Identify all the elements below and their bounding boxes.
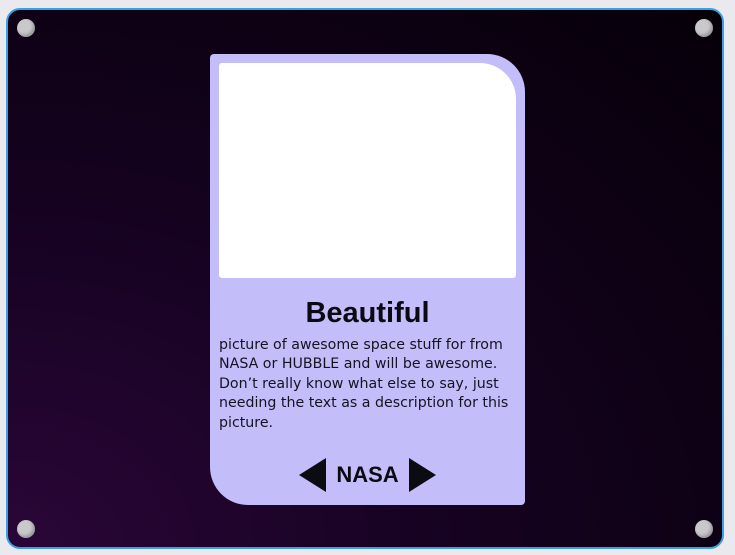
display-frame: Beautiful picture of awesome space stuff…	[6, 8, 724, 549]
card-title: Beautiful	[305, 297, 430, 329]
screw-icon	[17, 520, 35, 538]
screw-icon	[695, 19, 713, 37]
card-navigation: NASA	[210, 457, 525, 493]
picture-card: Beautiful picture of awesome space stuff…	[210, 54, 525, 505]
card-image-placeholder	[219, 63, 516, 278]
screw-icon	[695, 520, 713, 538]
screw-icon	[17, 19, 35, 37]
card-description: picture of awesome space stuff for from …	[219, 337, 509, 431]
source-label: NASA	[336, 462, 399, 487]
previous-arrow-icon[interactable]	[299, 458, 327, 492]
next-arrow-icon[interactable]	[408, 458, 436, 492]
